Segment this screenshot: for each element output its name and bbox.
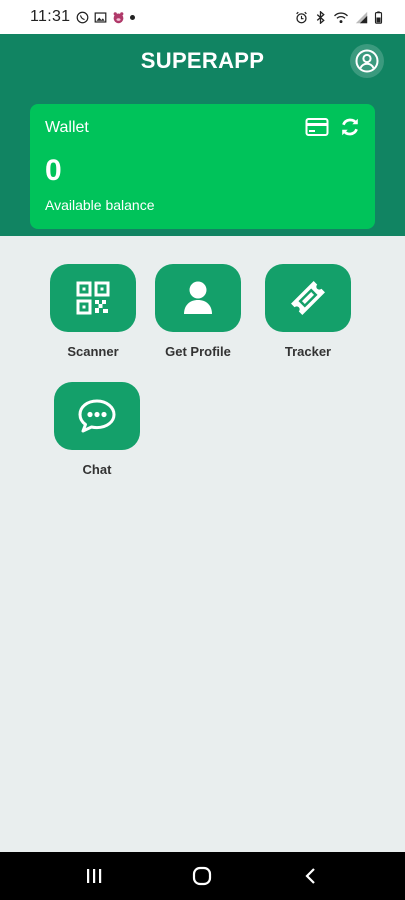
tile-label: Chat [82, 462, 112, 477]
ticket-icon [291, 281, 325, 315]
wallet-balance: 0 [45, 154, 62, 187]
back-button[interactable] [291, 856, 331, 896]
wallet-card[interactable]: Wallet 0 Available balance [30, 104, 375, 229]
system-nav-bar [0, 852, 405, 900]
app-header: SUPERAPP Wallet 0 Available balance [0, 34, 405, 236]
refresh-icon[interactable] [339, 116, 361, 138]
card-icon[interactable] [305, 117, 329, 137]
dot-icon [130, 14, 136, 20]
wallet-actions [305, 116, 361, 138]
tile-label: Tracker [284, 344, 332, 359]
viber-icon [76, 11, 89, 23]
pig-icon [113, 11, 124, 23]
wallet-caption: Available balance [45, 197, 155, 213]
chat-bubble-icon [78, 399, 116, 433]
tile-tracker[interactable]: Tracker [256, 264, 360, 359]
gallery-icon [94, 11, 107, 23]
profile-button[interactable] [350, 44, 384, 78]
status-left: 11:31 [30, 8, 136, 26]
tile-label: Get Profile [165, 344, 231, 359]
status-bar: 11:31 [0, 0, 405, 34]
get-profile-button[interactable] [155, 264, 241, 332]
bluetooth-icon [316, 10, 325, 24]
tracker-button[interactable] [265, 264, 351, 332]
recents-button[interactable] [74, 856, 114, 896]
tile-label: Scanner [67, 344, 119, 359]
home-button[interactable] [182, 856, 222, 896]
tile-scanner[interactable]: Scanner [41, 264, 145, 359]
recents-icon [87, 869, 102, 883]
wallet-title: Wallet [45, 119, 89, 136]
tile-get-profile[interactable]: Get Profile [146, 264, 250, 359]
wifi-icon [334, 11, 348, 23]
home-icon [193, 866, 212, 886]
status-right [295, 10, 383, 24]
battery-icon [374, 10, 383, 24]
alarm-icon [296, 11, 307, 23]
chat-button[interactable] [54, 382, 140, 450]
qr-code-icon [76, 281, 110, 315]
tile-chat[interactable]: Chat [45, 382, 149, 477]
account-circle-icon [355, 49, 379, 73]
person-icon [184, 281, 212, 314]
back-icon [305, 868, 315, 884]
status-time: 11:31 [30, 8, 71, 25]
app-title: SUPERAPP [140, 48, 265, 73]
notification-icons [76, 11, 136, 24]
signal-icon [355, 11, 368, 23]
scanner-button[interactable] [50, 264, 136, 332]
